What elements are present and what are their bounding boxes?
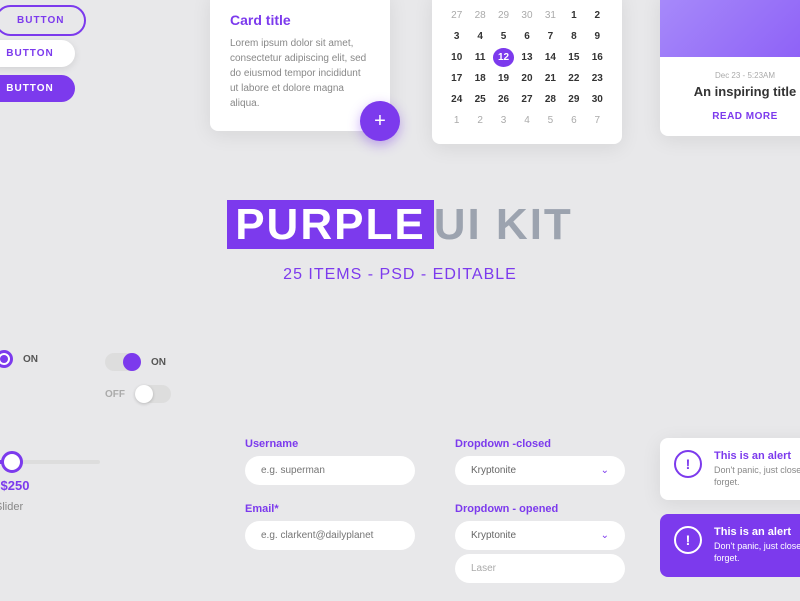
fab-add-button[interactable]: + [360,101,400,141]
text-card: Card title Lorem ipsum dolor sit amet, c… [210,0,390,131]
calendar-day[interactable]: 3 [446,27,467,46]
calendar-day[interactable]: 9 [587,27,608,46]
blog-image [660,0,800,57]
alert-title: This is an alert [714,526,800,538]
calendar-day[interactable]: 30 [587,90,608,109]
calendar-day[interactable]: 29 [563,90,584,109]
calendar-day[interactable]: 15 [563,48,584,67]
button-outline[interactable]: BUTTON [0,5,86,36]
hero-highlight: PURPLE [227,200,433,249]
calendar-day[interactable]: 24 [446,90,467,109]
calendar-day[interactable]: 28 [540,90,561,109]
slider-label: Slider [0,501,100,513]
calendar-day[interactable]: 21 [540,69,561,88]
calendar-day[interactable]: 18 [469,69,490,88]
dropdown-closed[interactable]: Kryptonite⌄ [455,456,625,485]
username-label: Username [245,438,415,450]
alert-light: ! This is an alert Don't panic, just clo… [660,438,800,500]
calendar-day[interactable]: 26 [493,90,514,109]
toggle-off-label: OFF [105,389,125,400]
chevron-down-icon: ⌄ [601,465,609,476]
hero-title: PURPLEUI KIT [0,200,800,250]
calendar-day[interactable]: 6 [516,27,537,46]
dropdown-closed-label: Dropdown -closed [455,438,625,450]
toggle-off[interactable] [135,385,171,403]
button-solid[interactable]: BUTTON [0,75,75,102]
dropdown-open[interactable]: Kryptonite⌄ [455,521,625,550]
read-more-link[interactable]: READ MORE [674,111,800,122]
radio-label: ON [23,354,38,365]
alert-icon: ! [674,526,702,554]
email-input[interactable] [245,521,415,550]
alert-dark: ! This is an alert Don't panic, just clo… [660,514,800,576]
calendar-day[interactable]: 2 [469,111,490,130]
calendar-day[interactable]: 28 [469,6,490,25]
email-label: Email* [245,503,415,515]
calendar-day[interactable]: 20 [516,69,537,88]
calendar-day[interactable]: 16 [587,48,608,67]
alert-icon: ! [674,450,702,478]
chevron-down-icon: ⌄ [601,530,609,541]
card-body: Lorem ipsum dolor sit amet, consectetur … [230,36,370,111]
calendar-day[interactable]: 27 [516,90,537,109]
calendar-day[interactable]: 7 [587,111,608,130]
toggle-on-label: ON [151,357,166,368]
calendar-day[interactable]: 3 [493,111,514,130]
calendar-day[interactable]: 7 [540,27,561,46]
calendar-day[interactable]: 29 [493,6,514,25]
dropdown-open-label: Dropdown - opened [455,503,625,515]
alert-body: Don't panic, just close it and forget. [714,541,800,564]
calendar-day[interactable]: 22 [563,69,584,88]
calendar-day[interactable]: 13 [516,48,537,67]
calendar-day[interactable]: 10 [446,48,467,67]
alert-body: Don't panic, just close it and forget. [714,465,800,488]
slider[interactable]: $250 Slider [0,460,100,513]
calendar-day[interactable]: 1 [563,6,584,25]
hero-subtitle: 25 ITEMS - PSD - EDITABLE [0,266,800,284]
calendar-day[interactable]: 31 [540,6,561,25]
calendar-day[interactable]: 11 [469,48,490,67]
calendar-day[interactable]: 6 [563,111,584,130]
calendar-day[interactable]: 8 [563,27,584,46]
dropdown-option[interactable]: Laser [455,554,625,583]
calendar-day[interactable]: 4 [469,27,490,46]
calendar-day[interactable]: 5 [540,111,561,130]
calendar-day[interactable]: 1 [446,111,467,130]
calendar-day[interactable]: 17 [446,69,467,88]
slider-thumb[interactable] [1,451,23,473]
calendar-day[interactable]: 19 [493,69,514,88]
calendar-day[interactable]: 23 [587,69,608,88]
calendar-day[interactable]: 14 [540,48,561,67]
username-input[interactable] [245,456,415,485]
blog-title: An inspiring title [674,84,800,99]
toggle-on[interactable] [105,353,141,371]
calendar-day[interactable]: 5 [493,27,514,46]
calendar-day[interactable]: 27 [446,6,467,25]
calendar-day[interactable]: 4 [516,111,537,130]
button-white[interactable]: BUTTON [0,40,75,67]
calendar: 2728293031123456789101112131415161718192… [432,0,622,144]
card-title: Card title [230,12,370,28]
blog-date: Dec 23 - 5:23AM [674,71,800,80]
calendar-day[interactable]: 30 [516,6,537,25]
radio-on[interactable] [0,350,13,368]
blog-card: Dec 23 - 5:23AM An inspiring title READ … [660,0,800,136]
alert-title: This is an alert [714,450,800,462]
slider-value: $250 [0,478,100,493]
calendar-day[interactable]: 2 [587,6,608,25]
calendar-day[interactable]: 25 [469,90,490,109]
calendar-day[interactable]: 12 [493,48,514,67]
